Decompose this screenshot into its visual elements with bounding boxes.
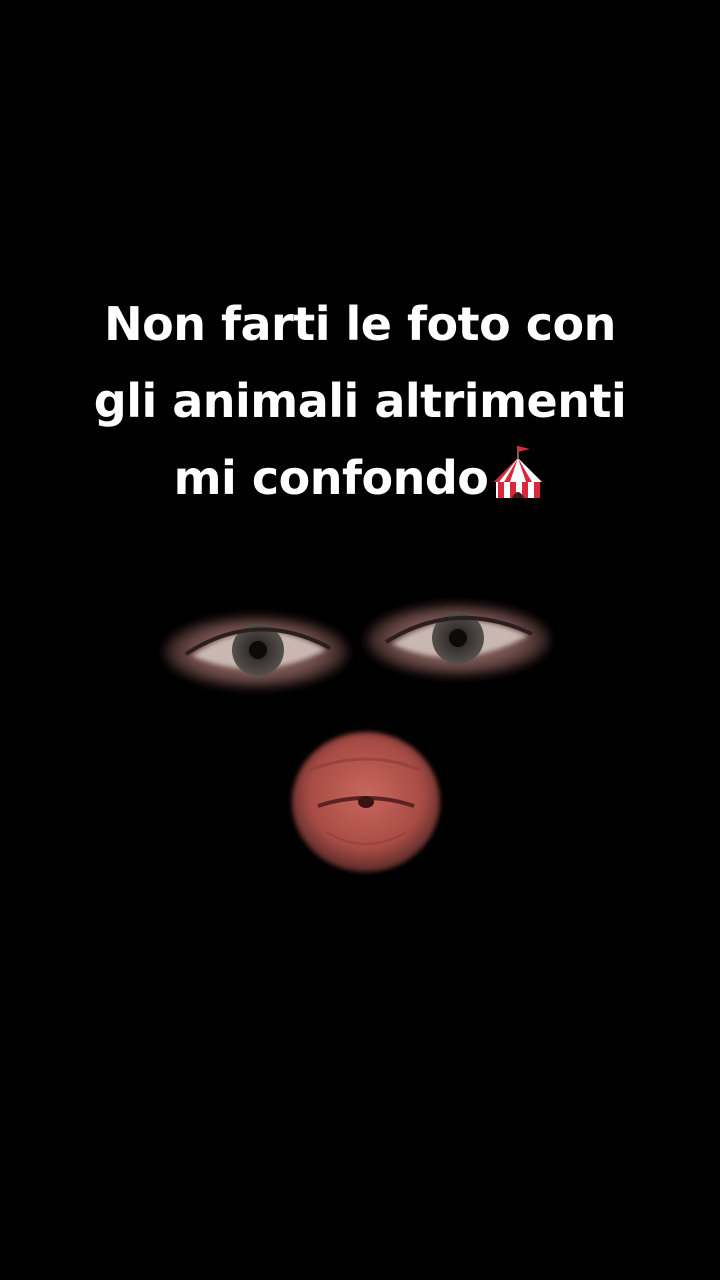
caption-line-3: mi confondo bbox=[40, 440, 680, 517]
lips bbox=[292, 732, 440, 872]
caption-line-2: gli animali altrimenti bbox=[93, 374, 627, 428]
caption-line-3-text: mi confondo bbox=[173, 451, 489, 505]
right-eye bbox=[366, 604, 550, 676]
circus-tent-icon bbox=[494, 446, 543, 498]
caption-line-1: Non farti le foto con bbox=[104, 297, 616, 351]
left-eye bbox=[164, 616, 348, 688]
face-cutout-illustration bbox=[164, 604, 550, 872]
story-frame: Non farti le foto con gli animali altrim… bbox=[0, 0, 720, 1280]
story-caption: Non farti le foto con gli animali altrim… bbox=[40, 286, 680, 517]
